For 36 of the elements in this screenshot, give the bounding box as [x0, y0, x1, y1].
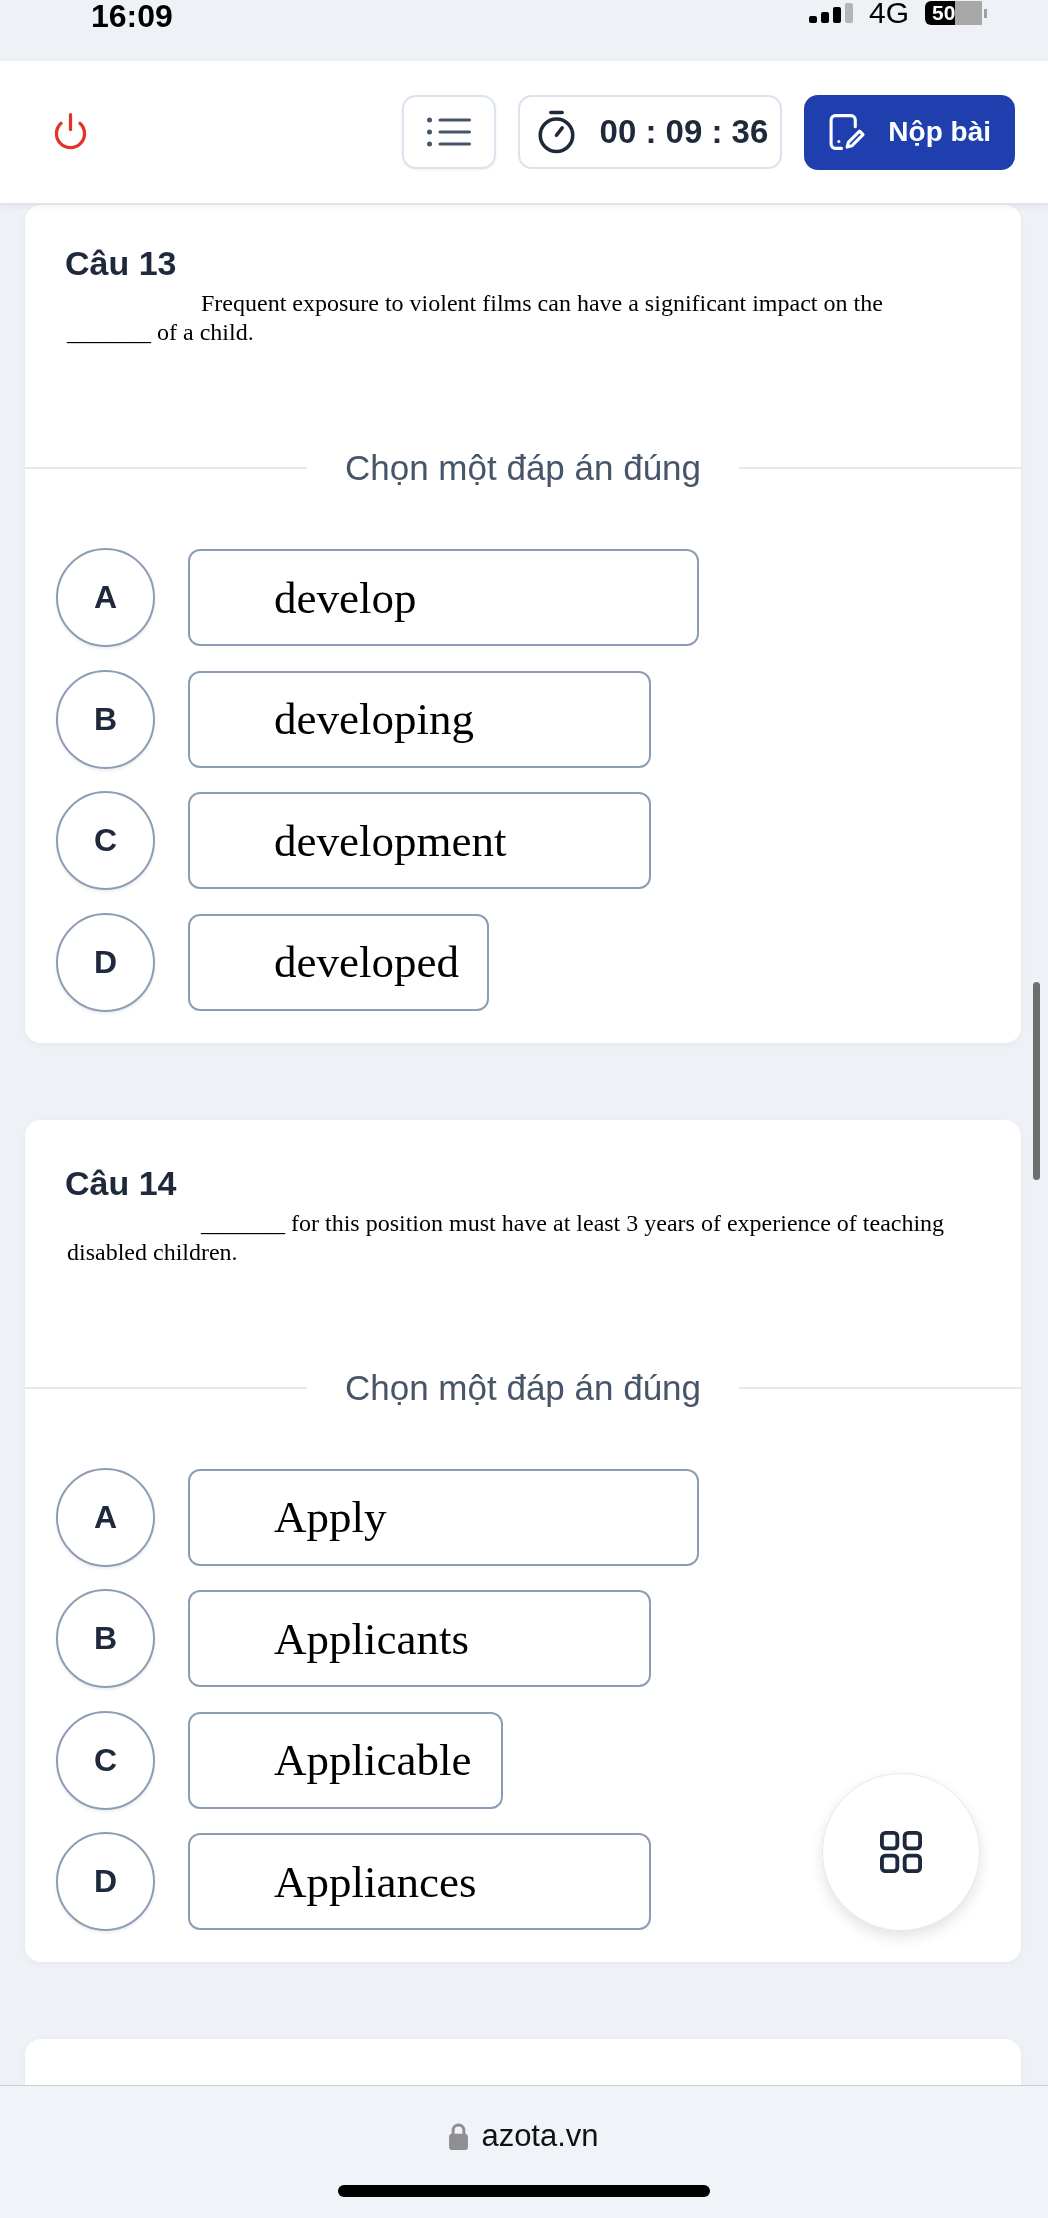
- battery-indicator: 50: [925, 1, 987, 25]
- list-icon: [426, 117, 471, 147]
- network-type: 4G: [868, 0, 909, 26]
- option-letter-button[interactable]: C: [56, 791, 155, 890]
- option-letter-button[interactable]: A: [56, 548, 155, 647]
- signal-icon: [808, 3, 853, 23]
- status-time: 16:09: [91, 0, 173, 32]
- edit-document-icon: [829, 113, 867, 151]
- question-list-button[interactable]: [401, 95, 496, 169]
- question-number: Câu 13: [64, 243, 178, 284]
- question-text: _______ for this position must have at least 3 years of experience of teaching disabled children.: [67, 1208, 946, 1267]
- answer-option[interactable]: develop: [188, 549, 699, 646]
- answer-option[interactable]: Appliances: [188, 1833, 651, 1930]
- answer-option[interactable]: development: [188, 792, 651, 889]
- option-letter-button[interactable]: C: [56, 1710, 155, 1810]
- answer-prompt: Chọn một đáp án đúng: [344, 447, 702, 489]
- answer-option[interactable]: developed: [188, 913, 489, 1011]
- power-icon[interactable]: [53, 113, 88, 151]
- question-text: Frequent exposure to violent films can have a significant impact on the _______ of a child.: [67, 289, 884, 347]
- stopwatch-icon: [536, 109, 576, 155]
- answer-prompt: Chọn một đáp án đúng: [344, 1366, 702, 1409]
- lock-icon: [449, 2122, 469, 2150]
- option-letter-button[interactable]: D: [56, 1832, 155, 1931]
- answer-option[interactable]: Applicants: [188, 1590, 651, 1687]
- grid-icon: [880, 1831, 922, 1873]
- option-letter-button[interactable]: B: [56, 669, 155, 769]
- option-letter-button[interactable]: A: [56, 1467, 155, 1567]
- url-text[interactable]: azota.vn: [481, 2119, 599, 2153]
- answer-option[interactable]: Apply: [188, 1468, 699, 1566]
- timer-text: 00 : 09 : 36: [599, 113, 769, 151]
- option-letter-button[interactable]: B: [56, 1589, 155, 1688]
- answer-option[interactable]: developing: [188, 670, 651, 768]
- question-number: Câu 14: [64, 1162, 178, 1204]
- option-letter-button[interactable]: D: [56, 912, 155, 1012]
- submit-button[interactable]: Nộp bài: [804, 94, 1015, 170]
- answer-option[interactable]: Applicable: [188, 1711, 503, 1809]
